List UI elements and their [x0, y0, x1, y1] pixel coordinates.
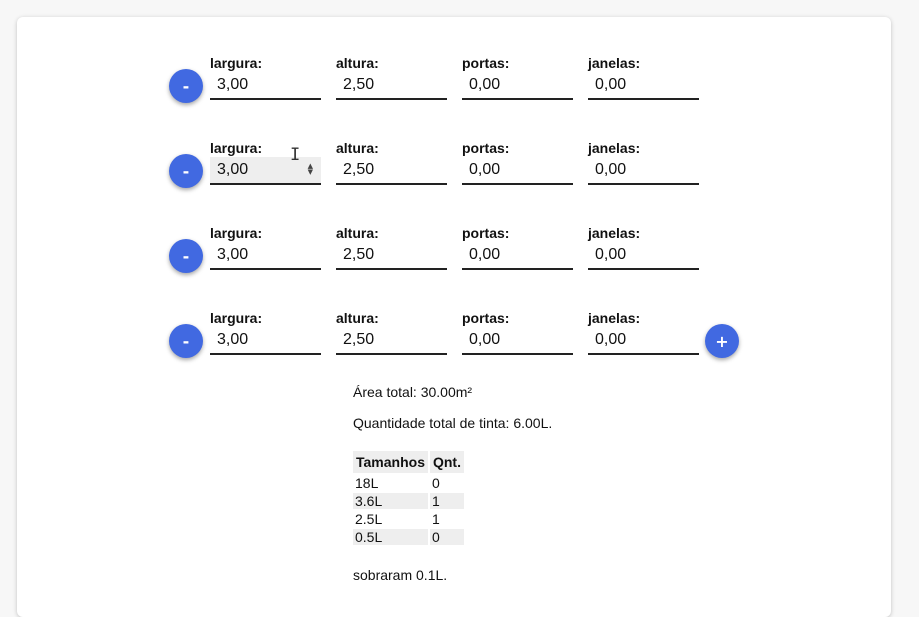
- portas-label: portas:: [462, 310, 510, 326]
- portas-input[interactable]: [462, 157, 573, 183]
- altura-input[interactable]: [336, 157, 447, 183]
- altura-label: altura:: [336, 55, 379, 71]
- add-wall-button[interactable]: +: [705, 324, 739, 358]
- remove-wall-button[interactable]: -: [169, 239, 203, 273]
- altura-label: altura:: [336, 225, 379, 241]
- qty-cell: 0: [429, 529, 464, 545]
- altura-field: altura:: [336, 139, 447, 185]
- table-header-tamanhos: Tamanhos: [353, 451, 428, 473]
- altura-field: altura:: [336, 224, 447, 270]
- altura-input[interactable]: [336, 327, 447, 353]
- janelas-field: janelas:: [588, 309, 699, 355]
- portas-label: portas:: [462, 55, 510, 71]
- portas-field: portas:: [462, 224, 573, 270]
- wall-row: - largura: altura: portas: janelas:: [17, 224, 891, 284]
- portas-label: portas:: [462, 140, 510, 156]
- table-row: 18L 0: [353, 475, 464, 491]
- largura-input[interactable]: [210, 72, 321, 98]
- size-cell: 0.5L: [353, 529, 428, 545]
- largura-field: largura: ▲▼: [210, 139, 321, 185]
- largura-field: largura:: [210, 54, 321, 100]
- largura-label: largura:: [210, 55, 263, 71]
- janelas-label: janelas:: [588, 225, 641, 241]
- janelas-label: janelas:: [588, 55, 641, 71]
- table-row: 2.5L 1: [353, 511, 464, 527]
- altura-field: altura:: [336, 54, 447, 100]
- janelas-input[interactable]: [588, 157, 699, 183]
- remove-wall-button[interactable]: -: [169, 154, 203, 188]
- janelas-input[interactable]: [588, 327, 699, 353]
- altura-label: altura:: [336, 310, 379, 326]
- largura-field: largura:: [210, 224, 321, 270]
- janelas-label: janelas:: [588, 140, 641, 156]
- portas-input[interactable]: [462, 72, 573, 98]
- largura-input[interactable]: [210, 327, 321, 353]
- remove-wall-button[interactable]: -: [169, 324, 203, 358]
- qty-cell: 1: [431, 511, 440, 527]
- altura-field: altura:: [336, 309, 447, 355]
- wall-row: - largura: altura: portas: janelas:: [17, 54, 891, 114]
- calculator-card: - largura: altura: portas: janelas: - l: [17, 17, 891, 617]
- remove-wall-button[interactable]: -: [169, 69, 203, 103]
- table-header-qnt: Qnt.: [429, 451, 464, 473]
- altura-label: altura:: [336, 140, 379, 156]
- leftover-text: sobraram 0.1L.: [353, 567, 448, 583]
- portas-label: portas:: [462, 225, 510, 241]
- table-row: 0.5L 0: [353, 529, 464, 545]
- table-row: 3.6L 1: [353, 493, 464, 509]
- wall-row: - largura: ▲▼ altura: portas: janelas:: [17, 139, 891, 199]
- largura-field: largura:: [210, 309, 321, 355]
- janelas-input[interactable]: [588, 242, 699, 268]
- janelas-label: janelas:: [588, 310, 641, 326]
- size-cell: 18L: [355, 475, 379, 491]
- portas-input[interactable]: [462, 327, 573, 353]
- janelas-field: janelas:: [588, 54, 699, 100]
- area-total-text: Área total: 30.00m²: [353, 384, 473, 400]
- janelas-input[interactable]: [588, 72, 699, 98]
- qty-cell: 0: [431, 475, 440, 491]
- largura-input[interactable]: [210, 242, 321, 268]
- portas-field: portas:: [462, 139, 573, 185]
- largura-label: largura:: [210, 225, 263, 241]
- largura-label: largura:: [210, 140, 263, 156]
- text-cursor-icon: I: [290, 145, 301, 165]
- can-sizes-table: Tamanhos Qnt. 18L 0 3.6L 1 2.5L 1 0.5L 0: [351, 449, 466, 547]
- altura-input[interactable]: [336, 72, 447, 98]
- paint-total-text: Quantidade total de tinta: 6.00L.: [353, 415, 553, 431]
- altura-input[interactable]: [336, 242, 447, 268]
- janelas-field: janelas:: [588, 224, 699, 270]
- spinner-icon[interactable]: ▲ ▼: [308, 163, 313, 176]
- wall-row: - largura: altura: portas: janelas: +: [17, 309, 891, 369]
- size-cell: 2.5L: [355, 511, 383, 527]
- portas-field: portas:: [462, 309, 573, 355]
- portas-input[interactable]: [462, 242, 573, 268]
- size-cell: 3.6L: [353, 493, 428, 509]
- largura-input[interactable]: [210, 157, 321, 183]
- janelas-field: janelas:: [588, 139, 699, 185]
- portas-field: portas:: [462, 54, 573, 100]
- largura-label: largura:: [210, 310, 263, 326]
- qty-cell: 1: [429, 493, 464, 509]
